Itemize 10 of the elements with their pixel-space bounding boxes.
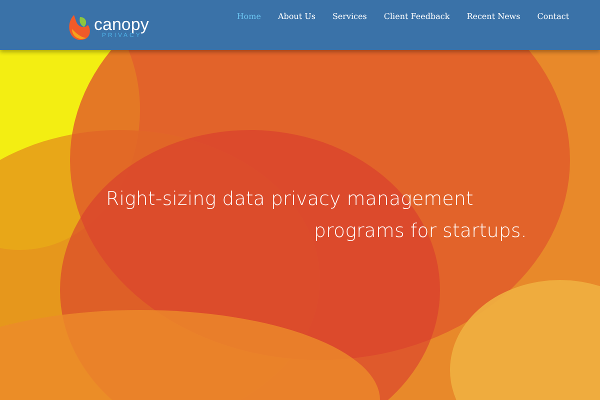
hero-headline: programs for startups. — [314, 220, 527, 242]
nav-link[interactable]: Home — [236, 12, 261, 20]
nav-link[interactable]: About Us — [278, 12, 316, 20]
flame-leaf-logo-icon — [68, 13, 92, 41]
nav-link[interactable]: Services — [332, 12, 367, 20]
nav-link[interactable]: Recent News — [466, 12, 520, 20]
hero-headline: Right-sizing data privacy management — [106, 188, 474, 210]
nav-link[interactable]: Contact — [537, 12, 570, 20]
nav-link[interactable]: Client Feedback — [384, 12, 450, 20]
logo-wordmark: canopy — [94, 16, 149, 32]
